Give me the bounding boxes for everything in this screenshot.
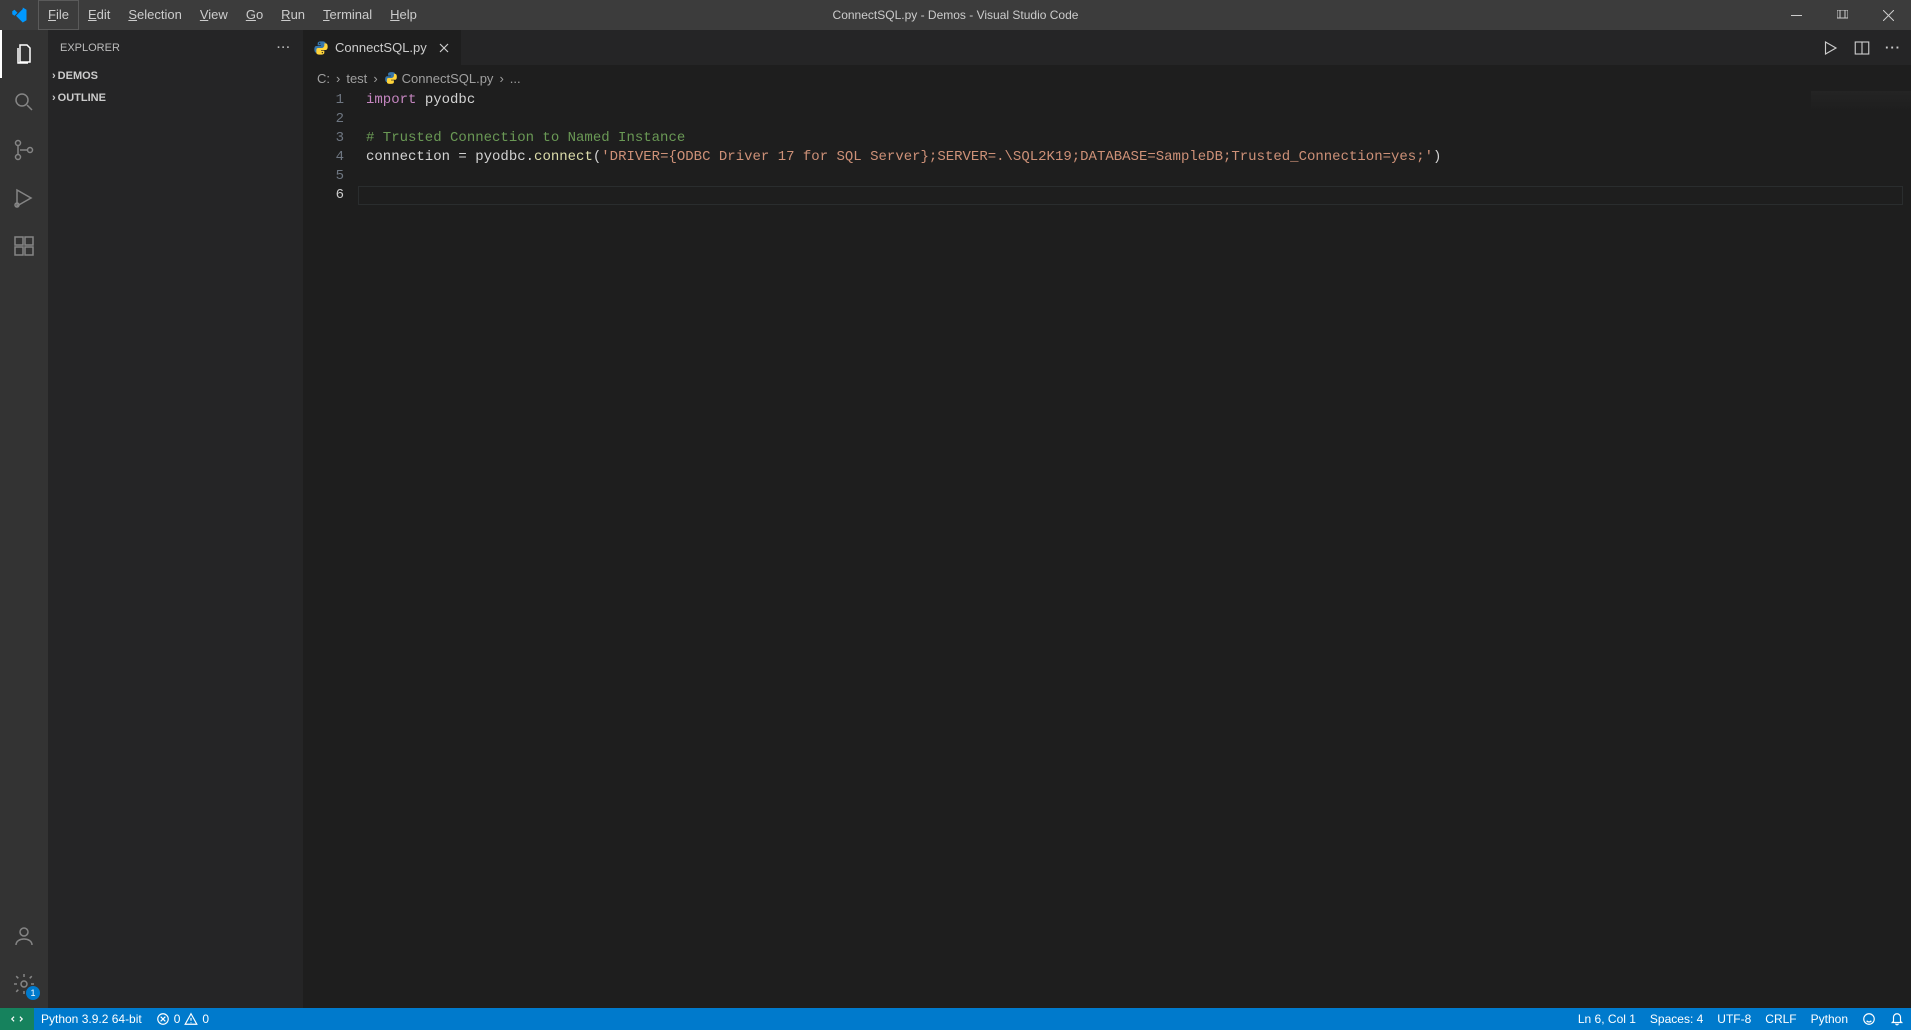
chevron-right-icon: ›: [52, 92, 56, 104]
menu-run[interactable]: Run: [272, 0, 314, 30]
sidebar-more-icon[interactable]: ···: [277, 42, 291, 54]
tab-bar: ConnectSQL.py ···: [303, 30, 1911, 65]
tab-close-icon[interactable]: [437, 41, 451, 55]
python-file-icon: [313, 40, 329, 56]
bc-file[interactable]: ConnectSQL.py: [402, 71, 494, 86]
breadcrumbs[interactable]: C: › test › ConnectSQL.py › ...: [303, 65, 1911, 91]
menu-edit[interactable]: Edit: [79, 0, 119, 30]
window-title: ConnectSQL.py - Demos - Visual Studio Co…: [833, 8, 1079, 22]
sidebar-header: EXPLORER ···: [48, 30, 303, 65]
status-eol[interactable]: CRLF: [1758, 1008, 1803, 1030]
bc-drive[interactable]: C:: [317, 71, 330, 86]
menu-terminal[interactable]: Terminal: [314, 0, 381, 30]
settings-badge: 1: [26, 986, 40, 1000]
status-feedback-icon[interactable]: [1855, 1008, 1883, 1030]
status-python[interactable]: Python 3.9.2 64-bit: [34, 1008, 149, 1030]
status-problems[interactable]: 0 0: [149, 1008, 216, 1030]
status-language[interactable]: Python: [1804, 1008, 1855, 1030]
sidebar-section-demos[interactable]: › DEMOS: [48, 65, 303, 87]
main-area: 1 EXPLORER ··· › DEMOS › OUTLINE Connect…: [0, 30, 1911, 1008]
editor-area: ConnectSQL.py ··· C: › test ›: [303, 30, 1911, 1008]
menu-file[interactable]: File: [38, 0, 79, 30]
tab-filename: ConnectSQL.py: [335, 40, 427, 55]
remote-indicator[interactable]: [0, 1008, 34, 1030]
python-file-icon: [384, 71, 398, 85]
maximize-button[interactable]: [1819, 0, 1865, 30]
window-controls: [1773, 0, 1911, 30]
status-bar: Python 3.9.2 64-bit 0 0 Ln 6, Col 1 Spac…: [0, 1008, 1911, 1030]
titlebar: FileEditSelectionViewGoRunTerminalHelp C…: [0, 0, 1911, 30]
menu-selection[interactable]: Selection: [119, 0, 190, 30]
activity-bar: 1: [0, 30, 48, 1008]
activity-run-debug[interactable]: [0, 174, 48, 222]
line-number-gutter: 1 2 3 4 5 6: [303, 91, 358, 1008]
section-label: OUTLINE: [58, 92, 106, 104]
minimap[interactable]: [1811, 91, 1911, 111]
activity-accounts[interactable]: [0, 912, 48, 960]
section-label: DEMOS: [58, 70, 98, 82]
sidebar: EXPLORER ··· › DEMOS › OUTLINE: [48, 30, 303, 1008]
bc-more[interactable]: ...: [510, 71, 521, 86]
chevron-right-icon: ›: [499, 71, 503, 86]
status-indent[interactable]: Spaces: 4: [1643, 1008, 1710, 1030]
tab-connectsql[interactable]: ConnectSQL.py: [303, 30, 462, 65]
sidebar-section-outline[interactable]: › OUTLINE: [48, 87, 303, 109]
minimize-button[interactable]: [1773, 0, 1819, 30]
activity-explorer[interactable]: [0, 30, 48, 78]
status-notifications-icon[interactable]: [1883, 1008, 1911, 1030]
chevron-right-icon: ›: [52, 70, 56, 82]
editor-actions: ···: [1811, 30, 1911, 65]
chevron-right-icon: ›: [373, 71, 377, 86]
menu-go[interactable]: Go: [237, 0, 272, 30]
menubar: FileEditSelectionViewGoRunTerminalHelp: [38, 0, 426, 30]
sidebar-title: EXPLORER: [60, 42, 120, 54]
activity-extensions[interactable]: [0, 222, 48, 270]
code-editor[interactable]: 1 2 3 4 5 6 import pyodbc # Trusted Conn…: [303, 91, 1911, 1008]
activity-source-control[interactable]: [0, 126, 48, 174]
split-editor-icon[interactable]: [1853, 39, 1871, 57]
menu-help[interactable]: Help: [381, 0, 426, 30]
run-icon[interactable]: [1821, 39, 1839, 57]
bc-folder[interactable]: test: [346, 71, 367, 86]
chevron-right-icon: ›: [336, 71, 340, 86]
status-cursor[interactable]: Ln 6, Col 1: [1571, 1008, 1643, 1030]
vscode-logo-icon: [10, 6, 28, 24]
activity-settings[interactable]: 1: [0, 960, 48, 1008]
activity-search[interactable]: [0, 78, 48, 126]
close-button[interactable]: [1865, 0, 1911, 30]
menu-view[interactable]: View: [191, 0, 237, 30]
more-actions-icon[interactable]: ···: [1885, 40, 1901, 55]
code-content[interactable]: import pyodbc # Trusted Connection to Na…: [358, 91, 1911, 1008]
status-encoding[interactable]: UTF-8: [1710, 1008, 1758, 1030]
